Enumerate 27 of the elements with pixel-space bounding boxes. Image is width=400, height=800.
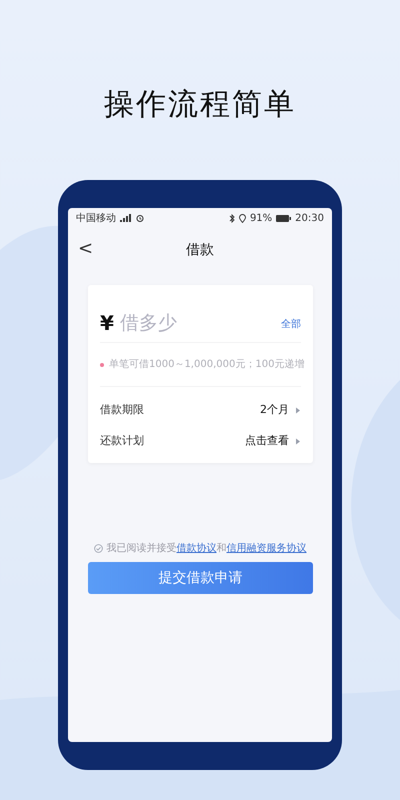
- all-link[interactable]: 全部: [281, 317, 301, 332]
- clock-time: 20:30: [295, 212, 324, 226]
- amount-hint: 单笔可借1000～1,000,000元；100元递增: [109, 358, 304, 372]
- row-value[interactable]: 2个月: [260, 402, 289, 419]
- caret-icon: [295, 407, 301, 414]
- page-title: 借款: [186, 240, 214, 260]
- signal-icon: [120, 214, 132, 222]
- agreement-link[interactable]: 借款协议: [176, 542, 216, 554]
- submit-button[interactable]: 提交借款申请: [88, 562, 313, 594]
- agreement-link[interactable]: 信用融资服务协议: [226, 542, 306, 554]
- currency-symbol: ¥: [100, 310, 114, 337]
- row-label: 还款计划: [100, 433, 144, 450]
- caret-icon: [295, 438, 301, 445]
- battery-percent: 91%: [250, 212, 272, 226]
- carrier-name: 中国移动: [76, 212, 116, 226]
- back-button[interactable]: <: [74, 238, 98, 260]
- row-label: 借款期限: [100, 402, 144, 418]
- bullet-dot: [100, 362, 104, 366]
- alarm-icon: [136, 214, 144, 222]
- row-value[interactable]: 点击查看: [245, 433, 289, 450]
- location-icon: [238, 214, 246, 222]
- battery-icon: [276, 214, 292, 222]
- checkbox-icon[interactable]: [94, 544, 102, 552]
- amount-field[interactable]: 借多少: [114, 309, 224, 338]
- headline: 操作流程简单: [103, 86, 297, 124]
- agreement-text: 我已阅读并接受借款协议和信用融资服务协议: [106, 542, 306, 556]
- bluetooth-icon: [228, 214, 235, 222]
